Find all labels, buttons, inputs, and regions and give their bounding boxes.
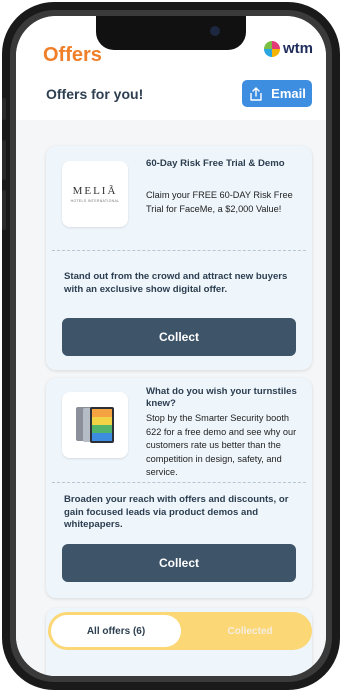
email-button-label: Email	[271, 86, 306, 101]
offer-description: Stop by the Smarter Security booth 622 f…	[146, 413, 297, 477]
wtm-logo-icon	[264, 40, 280, 57]
wtm-logo-text: wtm	[283, 40, 313, 57]
offer-card: What do you wish your turnstiles knew? S…	[46, 378, 312, 598]
title-bar: Offers for you! Email	[16, 72, 326, 121]
offer-title: What do you wish your turnstiles knew?	[146, 386, 297, 409]
app-brand-title: Offers	[43, 44, 102, 66]
notch	[96, 16, 246, 50]
card-divider	[52, 250, 306, 251]
email-button[interactable]: Email	[242, 80, 312, 107]
melia-logo-text: MELIÃ	[72, 185, 118, 197]
app-header: Offers wtm	[16, 16, 326, 66]
upload-icon	[250, 86, 262, 101]
collect-button[interactable]: Collect	[62, 318, 296, 356]
tab-all-offers[interactable]: All offers (6)	[51, 615, 181, 647]
offer-thumbnail-tablets	[62, 392, 128, 458]
offers-tab-switch: All offers (6) Collected	[48, 612, 312, 650]
offer-pitch: Broaden your reach with offers and disco…	[64, 494, 289, 530]
offer-thumbnail-melia: MELIÃ HOTELS INTERNATIONAL	[62, 161, 128, 227]
offer-description: Claim your FREE 60-DAY Risk Free Trial f…	[146, 190, 293, 214]
collect-button[interactable]: Collect	[62, 544, 296, 582]
tab-collected[interactable]: Collected	[188, 612, 312, 650]
screen: Offers wtm Offers for you! Email MELIÃ H…	[16, 16, 326, 676]
side-button	[2, 140, 6, 180]
melia-logo-subtext: HOTELS INTERNATIONAL	[70, 199, 120, 203]
camera	[210, 26, 220, 36]
offers-list[interactable]: MELIÃ HOTELS INTERNATIONAL 60-Day Risk F…	[16, 120, 326, 676]
offer-title: 60-Day Risk Free Trial & Demo	[146, 158, 285, 169]
tablet-devices-icon	[76, 407, 114, 443]
page-title: Offers for you!	[46, 86, 144, 102]
side-button	[2, 98, 6, 120]
wtm-logo: wtm	[264, 40, 313, 57]
offer-card: MELIÃ HOTELS INTERNATIONAL 60-Day Risk F…	[46, 146, 312, 370]
phone-frame: Offers wtm Offers for you! Email MELIÃ H…	[2, 2, 340, 690]
card-divider	[52, 482, 306, 483]
side-button	[2, 190, 6, 230]
offer-pitch: Stand out from the crowd and attract new…	[64, 271, 288, 295]
